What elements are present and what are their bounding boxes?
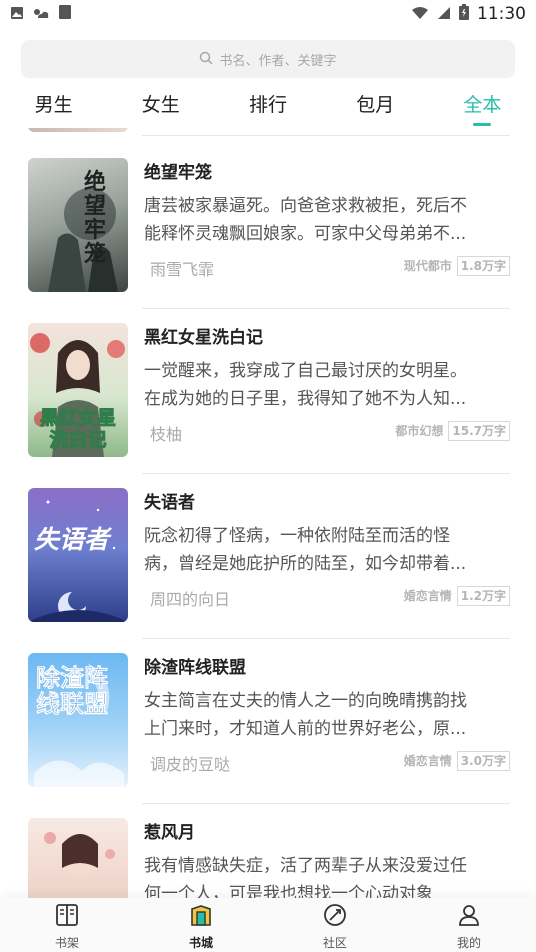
book-tags: 现代都市 1.8万字 (402, 256, 510, 276)
book-title: 失语者 (144, 493, 195, 513)
category-tabs: 男生 女生 排行 包月 全本 (0, 86, 536, 128)
book-author: 枝柚 (150, 425, 183, 444)
book-item[interactable]: 黑红女星洗白记 黑红女星洗白记 一觉醒来，我穿成了自己最讨厌的女明星。 在成为她… (0, 309, 536, 474)
tab-female[interactable]: 女生 (107, 86, 214, 128)
community-icon (322, 902, 348, 932)
cover-title: 黑红女星洗白记 (39, 407, 116, 452)
book-cover: 除渣阵线联盟 (28, 653, 128, 787)
nav-label: 社区 (322, 936, 347, 950)
book-description: 我有情感缺失症，活了两辈子从来没爱过任 何一个人，可是我也想找一个心动对象 (144, 856, 467, 898)
nav-community[interactable]: 社区 (268, 898, 402, 952)
tab-ranking[interactable]: 排行 (214, 86, 321, 128)
cover-title: 失语者 (34, 525, 110, 554)
profile-icon (456, 902, 482, 932)
word-count-tag: 1.8万字 (456, 256, 510, 276)
status-left (10, 4, 72, 24)
book-cover: 黑红女星洗白记 (28, 323, 128, 457)
weather-icon (32, 5, 50, 24)
tab-complete-label: 全本 (463, 94, 502, 116)
divider (142, 135, 510, 136)
book-cover: 失语者 (28, 488, 128, 622)
search-icon (199, 50, 214, 69)
book-item[interactable]: 惹风月 我有情感缺失症，活了两辈子从来没爱过任 何一个人，可是我也想找一个心动对… (0, 804, 536, 898)
nav-label: 书架 (54, 936, 79, 950)
battery-icon (459, 4, 469, 24)
book-item[interactable]: 除渣阵线联盟 除渣阵线联盟 女主简言在丈夫的情人之一的向晚晴携韵找 上门来时，才… (0, 639, 536, 804)
cover-title: 绝望牢笼 (84, 169, 107, 267)
book-item[interactable]: 失语者 失语者 阮念初得了怪病，一种依附陆至而活的怪 病，曾经是她庇护所的陆至，… (0, 474, 536, 639)
wifi-icon (411, 5, 429, 24)
image-icon (10, 5, 24, 24)
status-bar: 11:30 (0, 0, 536, 28)
status-right: 11:30 (411, 4, 526, 24)
genre-tag: 婚恋言情 (403, 754, 452, 768)
book-title: 黑红女星洗白记 (144, 328, 263, 348)
book-cover: 绝望牢笼 (28, 158, 128, 292)
book-tags: 婚恋言情 1.2万字 (402, 586, 510, 606)
status-time: 11:30 (477, 4, 526, 24)
nav-bookstore[interactable]: 书城 (134, 898, 268, 952)
book-list[interactable]: 绝望牢笼 绝望牢笼 唐芸被家暴逼死。向爸爸求救被拒，死后不 能释怀灵魂飘回娘家。… (0, 128, 536, 898)
tab-monthly[interactable]: 包月 (322, 86, 429, 128)
book-description: 唐芸被家暴逼死。向爸爸求救被拒，死后不 能释怀灵魂飘回娘家。可家中父母弟弟不..… (144, 196, 467, 244)
search-bar[interactable]: 书名、作者、关键字 (21, 40, 515, 78)
book-tags: 婚恋言情 3.0万字 (402, 751, 510, 771)
word-count-tag: 15.7万字 (448, 421, 510, 441)
book-item[interactable]: 绝望牢笼 绝望牢笼 唐芸被家暴逼死。向爸爸求救被拒，死后不 能释怀灵魂飘回娘家。… (0, 144, 536, 309)
app-icon (58, 4, 72, 24)
genre-tag: 婚恋言情 (403, 589, 452, 603)
bottom-navigation: 书架 书城 社区 我的 (0, 898, 536, 952)
book-title: 惹风月 (144, 823, 195, 843)
nav-label: 书城 (188, 936, 213, 950)
word-count-tag: 3.0万字 (456, 751, 510, 771)
nav-bookshelf[interactable]: 书架 (0, 898, 134, 952)
previous-item-tail (0, 128, 536, 144)
nav-profile[interactable]: 我的 (402, 898, 536, 952)
book-title: 除渣阵线联盟 (144, 658, 246, 678)
book-author: 雨雪飞霏 (150, 260, 215, 279)
signal-icon (437, 5, 451, 24)
book-author: 调皮的豆哒 (150, 755, 231, 774)
book-author: 周四的向日 (150, 590, 231, 609)
book-title: 绝望牢笼 (144, 163, 212, 183)
genre-tag: 都市幻想 (395, 424, 444, 438)
book-cover (28, 818, 128, 898)
book-description: 女主简言在丈夫的情人之一的向晚晴携韵找 上门来时，才知道人前的世界好老公，原..… (144, 691, 467, 739)
book-description: 一觉醒来，我穿成了自己最讨厌的女明星。 在成为她的日子里，我得知了她不为人知..… (144, 361, 467, 409)
tab-active-indicator (473, 123, 492, 126)
bookshelf-icon (54, 902, 80, 932)
previous-book-cover (28, 128, 128, 132)
search-placeholder: 书名、作者、关键字 (219, 53, 337, 69)
cover-title: 除渣阵线联盟 (36, 663, 109, 718)
genre-tag: 现代都市 (403, 259, 452, 273)
bookstore-icon (188, 902, 214, 932)
nav-label: 我的 (456, 936, 481, 950)
word-count-tag: 1.2万字 (456, 586, 510, 606)
tab-complete[interactable]: 全本 (429, 86, 536, 128)
tab-male[interactable]: 男生 (0, 86, 107, 128)
book-tags: 都市幻想 15.7万字 (393, 421, 510, 441)
book-description: 阮念初得了怪病，一种依附陆至而活的怪 病，曾经是她庇护所的陆至，如今却带着... (144, 526, 467, 574)
